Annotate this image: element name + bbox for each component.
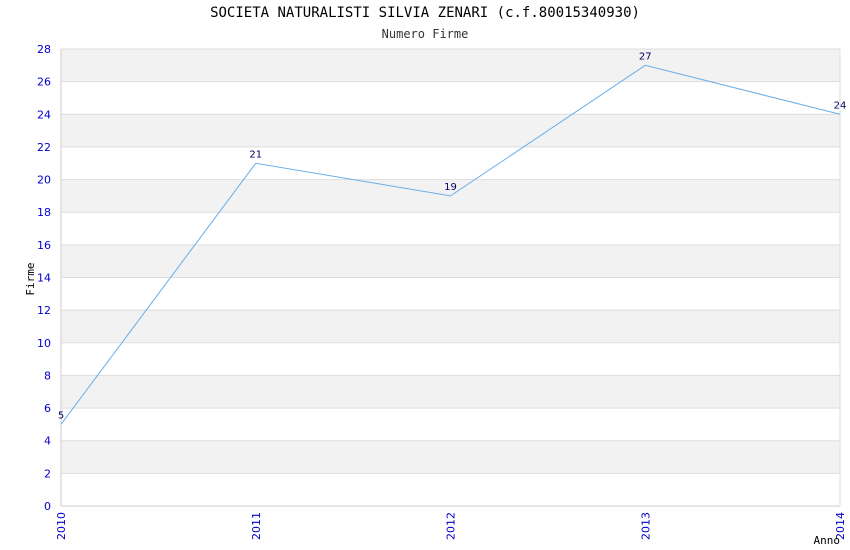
y-tick-label: 10 bbox=[37, 337, 51, 350]
x-axis-title: Anno bbox=[814, 534, 841, 547]
plot-band bbox=[61, 440, 840, 474]
y-tick-label: 4 bbox=[44, 435, 51, 448]
plot-band bbox=[61, 342, 840, 376]
plot-band bbox=[61, 114, 840, 147]
plot-band bbox=[61, 375, 840, 409]
plot-band bbox=[61, 146, 840, 180]
plot-band bbox=[61, 49, 840, 82]
y-tick-label: 0 bbox=[44, 500, 51, 513]
y-tick-label: 24 bbox=[37, 108, 51, 121]
plot-band bbox=[61, 244, 840, 278]
y-tick-label: 16 bbox=[37, 239, 51, 252]
x-tick-label: 2011 bbox=[250, 512, 263, 540]
y-tick-label: 12 bbox=[37, 304, 51, 317]
data-label: 19 bbox=[444, 182, 457, 193]
x-tick-label: 2012 bbox=[445, 512, 458, 540]
y-tick-label: 14 bbox=[37, 272, 51, 285]
data-label: 21 bbox=[249, 149, 262, 160]
plot-band bbox=[61, 310, 840, 343]
y-tick-label: 26 bbox=[37, 76, 51, 89]
y-tick-label: 28 bbox=[37, 43, 51, 56]
x-tick-label: 2013 bbox=[639, 512, 652, 540]
plot-band bbox=[61, 81, 840, 115]
data-label: 5 bbox=[58, 410, 64, 421]
y-tick-label: 8 bbox=[44, 369, 51, 382]
y-tick-label: 18 bbox=[37, 206, 51, 219]
plot-band bbox=[61, 408, 840, 441]
plot-band bbox=[61, 212, 840, 245]
y-tick-label: 22 bbox=[37, 141, 51, 154]
chart: SOCIETA NATURALISTI SILVIA ZENARI (c.f.8… bbox=[0, 0, 850, 550]
plot-band bbox=[61, 473, 840, 506]
data-label: 27 bbox=[639, 51, 652, 62]
x-tick-label: 2010 bbox=[55, 512, 68, 540]
plot-band bbox=[61, 277, 840, 311]
y-tick-label: 6 bbox=[44, 402, 51, 415]
y-tick-label: 20 bbox=[37, 174, 51, 187]
y-axis-title: Firme bbox=[24, 262, 37, 295]
data-label: 24 bbox=[834, 100, 847, 111]
chart-plot: 02468101214161820222426282010 2011 2012 201… bbox=[24, 43, 847, 547]
y-tick-label: 2 bbox=[44, 467, 51, 480]
